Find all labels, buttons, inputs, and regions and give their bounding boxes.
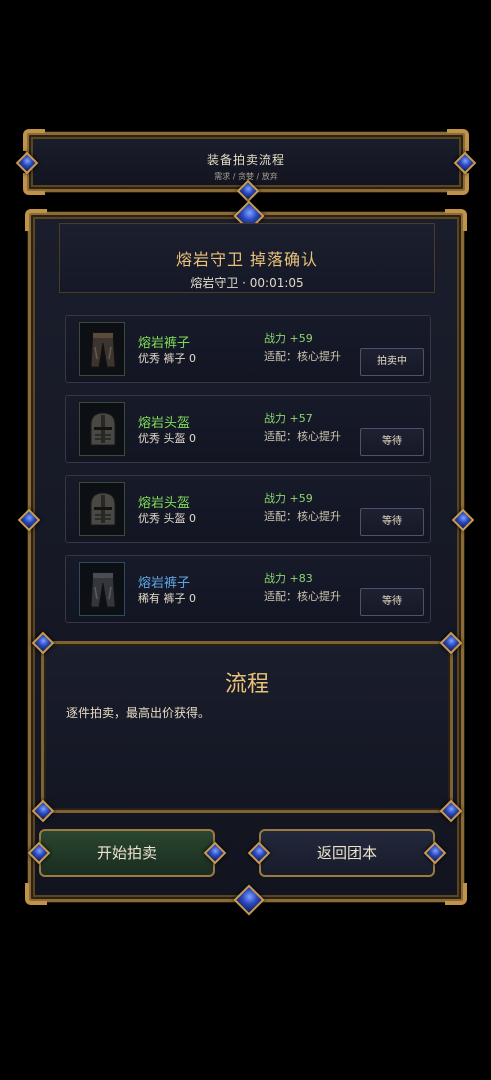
flow-description: 逐件拍卖，最高出价获得。 <box>66 706 211 720</box>
item-meta: 优秀 头盔 0 <box>138 432 196 445</box>
loot-panel: 熔岩守卫 掉落确认 熔岩守卫 · 00:01:05 熔岩裤子 优秀 裤子 0 战… <box>17 200 475 916</box>
item-power: 战力 +83 <box>264 572 313 585</box>
gem-ornament-icon <box>31 631 55 655</box>
item-power: 战力 +59 <box>264 332 313 345</box>
pants-icon <box>90 572 116 608</box>
frame-corner <box>23 129 45 151</box>
boss-drop-title: 熔岩守卫 掉落确认 <box>175 250 319 269</box>
header-subtitle: 需求 / 贪婪 / 放弃 <box>214 172 278 181</box>
item-power: 战力 +59 <box>264 492 313 505</box>
loot-item-row[interactable]: 熔岩裤子 优秀 裤子 0 战力 +59 适配：核心提升 拍卖中 <box>65 315 431 383</box>
gem-ornament-icon <box>31 799 55 823</box>
flow-panel: 流程 逐件拍卖，最高出价获得。 <box>31 631 463 823</box>
item-name: 熔岩头盔 <box>138 496 191 511</box>
item-icon-frame <box>79 402 125 456</box>
gem-ornament-icon <box>439 799 463 823</box>
item-meta: 优秀 头盔 0 <box>138 512 196 525</box>
loot-item-row[interactable]: 熔岩头盔 优秀 头盔 0 战力 +59 适配：核心提升 等待 <box>65 475 431 543</box>
boss-drop-header: 熔岩守卫 掉落确认 熔岩守卫 · 00:01:05 <box>59 223 435 293</box>
item-icon-frame <box>79 562 125 616</box>
item-fit: 适配：核心提升 <box>264 510 341 523</box>
flow-title: 流程 <box>224 672 269 697</box>
frame-corner <box>25 209 47 231</box>
item-status-button[interactable]: 等待 <box>360 428 424 456</box>
gem-ornament-icon <box>451 508 475 532</box>
loot-item-row[interactable]: 熔岩头盔 优秀 头盔 0 战力 +57 适配：核心提升 等待 <box>65 395 431 463</box>
item-name: 熔岩裤子 <box>138 576 191 591</box>
item-power: 战力 +57 <box>264 412 313 425</box>
item-fit: 适配：核心提升 <box>264 590 341 603</box>
pants-icon <box>90 332 116 368</box>
item-name: 熔岩头盔 <box>138 416 191 431</box>
item-status-button[interactable]: 等待 <box>360 508 424 536</box>
gem-ornament-icon <box>236 179 260 203</box>
gem-ornament-icon <box>439 631 463 655</box>
item-fit: 适配：核心提升 <box>264 350 341 363</box>
header-title: 装备拍卖流程 <box>206 153 285 167</box>
item-name: 熔岩裤子 <box>138 336 191 351</box>
helmet-icon <box>90 412 116 446</box>
start-auction-button[interactable]: 开始拍卖 <box>39 829 215 877</box>
header-banner: 装备拍卖流程 需求 / 贪婪 / 放弃 <box>15 129 477 203</box>
frame-corner <box>445 883 467 905</box>
item-icon-frame <box>79 482 125 536</box>
item-status-button[interactable]: 等待 <box>360 588 424 616</box>
helmet-icon <box>90 492 116 526</box>
item-meta: 优秀 裤子 0 <box>138 352 196 365</box>
frame-corner <box>25 883 47 905</box>
item-status-button[interactable]: 拍卖中 <box>360 348 424 376</box>
frame-corner <box>445 209 467 231</box>
crest-gem-icon <box>233 884 265 916</box>
loot-item-row[interactable]: 熔岩裤子 稀有 裤子 0 战力 +83 适配：核心提升 等待 <box>65 555 431 623</box>
item-icon-frame <box>79 322 125 376</box>
gem-ornament-icon <box>17 508 41 532</box>
return-to-raid-button[interactable]: 返回团本 <box>259 829 435 877</box>
item-fit: 适配：核心提升 <box>264 430 341 443</box>
frame-corner <box>447 129 469 151</box>
boss-drop-timer: 熔岩守卫 · 00:01:05 <box>190 276 304 290</box>
item-meta: 稀有 裤子 0 <box>138 592 196 605</box>
